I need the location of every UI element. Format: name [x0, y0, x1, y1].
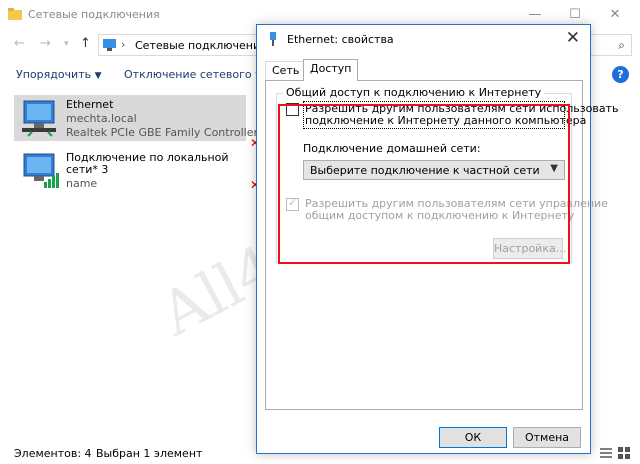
- ok-button[interactable]: ОК: [439, 427, 507, 448]
- minimize-icon[interactable]: —: [526, 6, 544, 24]
- cancel-button[interactable]: Отмена: [513, 427, 581, 448]
- large-icons-view-icon[interactable]: [618, 447, 630, 459]
- connection-name: Ethernet: [66, 98, 114, 111]
- connection-name-continued: сети* 3: [66, 163, 109, 176]
- tab-bar: Сеть Доступ: [265, 59, 585, 81]
- explorer-title: Сетевые подключения: [28, 8, 160, 21]
- highlight-frame: [278, 104, 570, 264]
- breadcrumb-chevron-icon: ›: [121, 38, 126, 51]
- dialog-titlebar: Ethernet: свойства ✕: [257, 25, 590, 53]
- help-icon[interactable]: ?: [612, 66, 629, 83]
- search-input[interactable]: ⌕: [590, 34, 632, 56]
- organize-button[interactable]: Упорядочить ▼: [16, 68, 102, 81]
- address-text: Сетевые подключения: [135, 39, 267, 52]
- recent-chevron-icon[interactable]: ▾: [64, 39, 69, 49]
- connection-item-local[interactable]: Подключение по локальной сети* 3 name: [14, 148, 246, 194]
- dialog-title: Ethernet: свойства: [287, 33, 394, 46]
- connection-network: name: [66, 177, 98, 190]
- disable-device-button[interactable]: Отключение сетевого уст: [124, 68, 274, 81]
- details-view-icon[interactable]: [600, 447, 612, 459]
- forward-arrow-icon[interactable]: →: [40, 36, 51, 51]
- back-arrow-icon[interactable]: ←: [14, 36, 25, 51]
- connection-item-ethernet[interactable]: Ethernet mechta.local Realtek PCIe GBE F…: [14, 95, 258, 141]
- organize-label: Упорядочить: [16, 68, 92, 81]
- maximize-icon[interactable]: ☐: [566, 6, 584, 24]
- chevron-down-icon: ▼: [94, 71, 102, 81]
- group-title: Общий доступ к подключению к Интернету: [283, 86, 545, 99]
- search-icon: ⌕: [618, 38, 625, 52]
- selected-count: Выбран 1 элемент: [96, 447, 203, 460]
- item-count: Элементов: 4: [14, 447, 92, 460]
- connection-network: mechta.local: [66, 112, 137, 125]
- tab-network[interactable]: Сеть: [265, 61, 307, 81]
- network-adapter-icon: [22, 100, 56, 137]
- close-icon[interactable]: ✕: [566, 28, 580, 48]
- tab-sharing[interactable]: Доступ: [303, 59, 359, 81]
- close-icon[interactable]: ✕: [606, 6, 624, 24]
- connection-device: Realtek PCIe GBE Family Controller: [66, 126, 259, 139]
- network-connections-icon: [103, 39, 116, 51]
- network-folder-icon: [8, 8, 22, 20]
- up-arrow-icon[interactable]: ↑: [80, 36, 91, 51]
- ethernet-plug-icon: [270, 32, 276, 46]
- address-bar[interactable]: › Сетевые подключения: [98, 34, 267, 56]
- network-adapter-icon: [23, 153, 59, 188]
